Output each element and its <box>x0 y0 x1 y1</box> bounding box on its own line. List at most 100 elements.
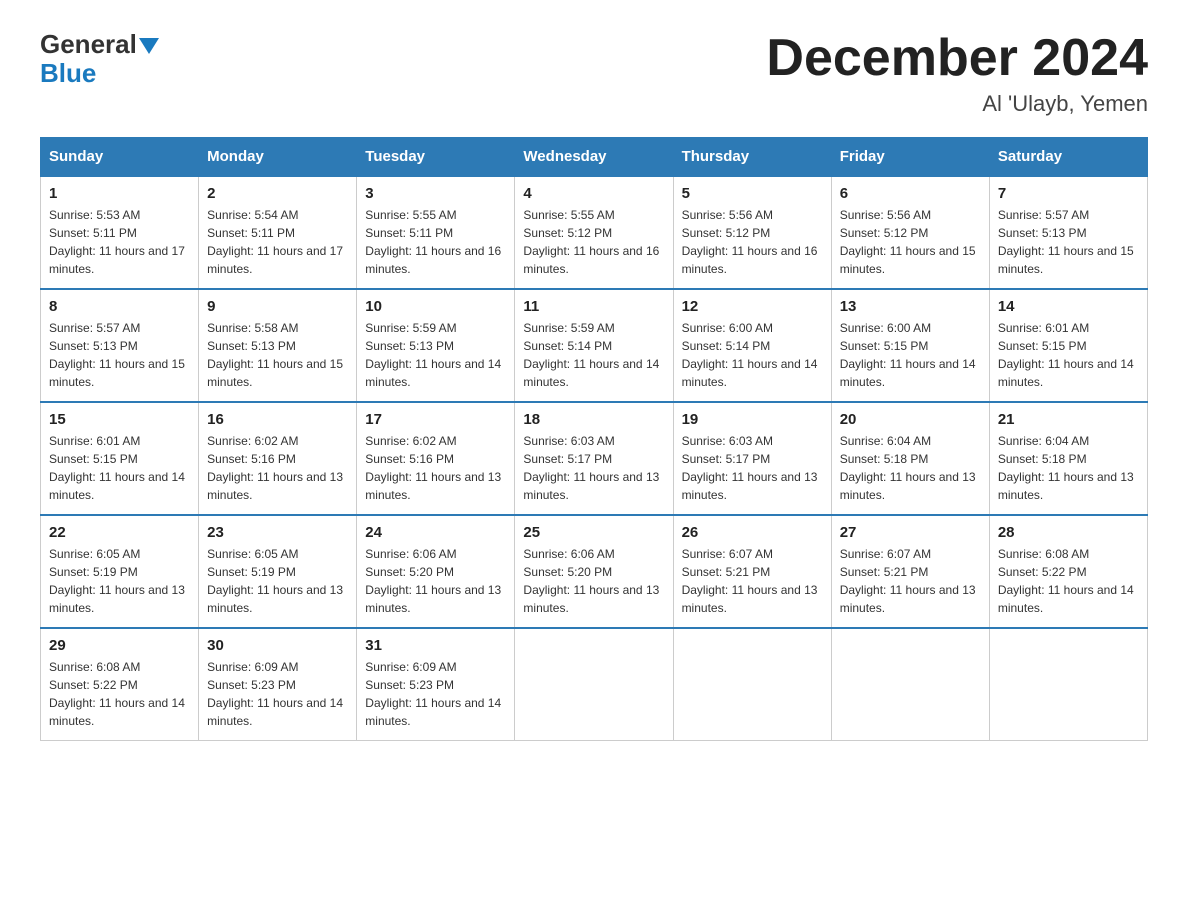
day-number: 12 <box>682 298 823 315</box>
day-info: Sunrise: 6:01 AM Sunset: 5:15 PM Dayligh… <box>49 432 190 504</box>
calendar-day-cell: 17 Sunrise: 6:02 AM Sunset: 5:16 PM Dayl… <box>357 402 515 515</box>
calendar-day-cell: 4 Sunrise: 5:55 AM Sunset: 5:12 PM Dayli… <box>515 176 673 289</box>
month-title: December 2024 <box>766 30 1148 87</box>
calendar-header-wednesday: Wednesday <box>515 138 673 177</box>
day-number: 27 <box>840 524 981 541</box>
calendar-header-thursday: Thursday <box>673 138 831 177</box>
day-info: Sunrise: 6:00 AM Sunset: 5:14 PM Dayligh… <box>682 319 823 391</box>
day-info: Sunrise: 6:01 AM Sunset: 5:15 PM Dayligh… <box>998 319 1139 391</box>
calendar-day-cell: 15 Sunrise: 6:01 AM Sunset: 5:15 PM Dayl… <box>41 402 199 515</box>
day-number: 16 <box>207 411 348 428</box>
calendar-day-cell: 7 Sunrise: 5:57 AM Sunset: 5:13 PM Dayli… <box>989 176 1147 289</box>
calendar-header-sunday: Sunday <box>41 138 199 177</box>
day-info: Sunrise: 6:02 AM Sunset: 5:16 PM Dayligh… <box>207 432 348 504</box>
logo-text: General Blue <box>40 30 137 87</box>
day-number: 22 <box>49 524 190 541</box>
day-info: Sunrise: 5:57 AM Sunset: 5:13 PM Dayligh… <box>998 206 1139 278</box>
calendar-day-cell: 23 Sunrise: 6:05 AM Sunset: 5:19 PM Dayl… <box>199 515 357 628</box>
calendar-day-cell: 21 Sunrise: 6:04 AM Sunset: 5:18 PM Dayl… <box>989 402 1147 515</box>
calendar-day-cell: 14 Sunrise: 6:01 AM Sunset: 5:15 PM Dayl… <box>989 289 1147 402</box>
calendar-week-row: 15 Sunrise: 6:01 AM Sunset: 5:15 PM Dayl… <box>41 402 1148 515</box>
calendar-day-cell: 16 Sunrise: 6:02 AM Sunset: 5:16 PM Dayl… <box>199 402 357 515</box>
day-info: Sunrise: 6:06 AM Sunset: 5:20 PM Dayligh… <box>365 545 506 617</box>
day-info: Sunrise: 6:07 AM Sunset: 5:21 PM Dayligh… <box>682 545 823 617</box>
calendar-day-cell <box>831 628 989 741</box>
calendar-header-tuesday: Tuesday <box>357 138 515 177</box>
day-number: 25 <box>523 524 664 541</box>
calendar-header-friday: Friday <box>831 138 989 177</box>
logo: General Blue <box>40 30 159 87</box>
day-number: 11 <box>523 298 664 315</box>
logo-triangle-icon <box>139 38 159 54</box>
day-number: 3 <box>365 185 506 202</box>
title-block: December 2024 Al 'Ulayb, Yemen <box>766 30 1148 117</box>
calendar-week-row: 1 Sunrise: 5:53 AM Sunset: 5:11 PM Dayli… <box>41 176 1148 289</box>
day-number: 13 <box>840 298 981 315</box>
day-info: Sunrise: 5:58 AM Sunset: 5:13 PM Dayligh… <box>207 319 348 391</box>
logo-general: General <box>40 30 137 59</box>
day-number: 31 <box>365 637 506 654</box>
calendar-day-cell: 22 Sunrise: 6:05 AM Sunset: 5:19 PM Dayl… <box>41 515 199 628</box>
day-number: 8 <box>49 298 190 315</box>
day-number: 14 <box>998 298 1139 315</box>
calendar-day-cell: 12 Sunrise: 6:00 AM Sunset: 5:14 PM Dayl… <box>673 289 831 402</box>
day-info: Sunrise: 5:57 AM Sunset: 5:13 PM Dayligh… <box>49 319 190 391</box>
day-number: 7 <box>998 185 1139 202</box>
calendar-day-cell: 13 Sunrise: 6:00 AM Sunset: 5:15 PM Dayl… <box>831 289 989 402</box>
calendar-day-cell: 20 Sunrise: 6:04 AM Sunset: 5:18 PM Dayl… <box>831 402 989 515</box>
day-number: 6 <box>840 185 981 202</box>
day-info: Sunrise: 5:55 AM Sunset: 5:12 PM Dayligh… <box>523 206 664 278</box>
day-number: 20 <box>840 411 981 428</box>
day-info: Sunrise: 6:04 AM Sunset: 5:18 PM Dayligh… <box>840 432 981 504</box>
day-number: 29 <box>49 637 190 654</box>
day-number: 9 <box>207 298 348 315</box>
day-info: Sunrise: 6:05 AM Sunset: 5:19 PM Dayligh… <box>49 545 190 617</box>
day-number: 19 <box>682 411 823 428</box>
calendar-day-cell: 2 Sunrise: 5:54 AM Sunset: 5:11 PM Dayli… <box>199 176 357 289</box>
day-info: Sunrise: 5:59 AM Sunset: 5:14 PM Dayligh… <box>523 319 664 391</box>
day-number: 1 <box>49 185 190 202</box>
calendar-day-cell: 25 Sunrise: 6:06 AM Sunset: 5:20 PM Dayl… <box>515 515 673 628</box>
calendar-day-cell: 6 Sunrise: 5:56 AM Sunset: 5:12 PM Dayli… <box>831 176 989 289</box>
day-info: Sunrise: 5:53 AM Sunset: 5:11 PM Dayligh… <box>49 206 190 278</box>
day-info: Sunrise: 6:04 AM Sunset: 5:18 PM Dayligh… <box>998 432 1139 504</box>
day-info: Sunrise: 6:08 AM Sunset: 5:22 PM Dayligh… <box>998 545 1139 617</box>
day-info: Sunrise: 6:03 AM Sunset: 5:17 PM Dayligh… <box>523 432 664 504</box>
calendar-day-cell: 5 Sunrise: 5:56 AM Sunset: 5:12 PM Dayli… <box>673 176 831 289</box>
day-number: 21 <box>998 411 1139 428</box>
calendar-day-cell: 18 Sunrise: 6:03 AM Sunset: 5:17 PM Dayl… <box>515 402 673 515</box>
day-number: 23 <box>207 524 348 541</box>
calendar-week-row: 22 Sunrise: 6:05 AM Sunset: 5:19 PM Dayl… <box>41 515 1148 628</box>
day-number: 26 <box>682 524 823 541</box>
day-number: 2 <box>207 185 348 202</box>
page-header: General Blue December 2024 Al 'Ulayb, Ye… <box>40 30 1148 117</box>
calendar-day-cell: 3 Sunrise: 5:55 AM Sunset: 5:11 PM Dayli… <box>357 176 515 289</box>
calendar-day-cell: 11 Sunrise: 5:59 AM Sunset: 5:14 PM Dayl… <box>515 289 673 402</box>
calendar-day-cell: 8 Sunrise: 5:57 AM Sunset: 5:13 PM Dayli… <box>41 289 199 402</box>
day-info: Sunrise: 5:55 AM Sunset: 5:11 PM Dayligh… <box>365 206 506 278</box>
day-info: Sunrise: 6:02 AM Sunset: 5:16 PM Dayligh… <box>365 432 506 504</box>
day-info: Sunrise: 6:07 AM Sunset: 5:21 PM Dayligh… <box>840 545 981 617</box>
calendar-header-row: SundayMondayTuesdayWednesdayThursdayFrid… <box>41 138 1148 177</box>
day-info: Sunrise: 6:00 AM Sunset: 5:15 PM Dayligh… <box>840 319 981 391</box>
day-info: Sunrise: 5:56 AM Sunset: 5:12 PM Dayligh… <box>682 206 823 278</box>
calendar-day-cell <box>989 628 1147 741</box>
calendar-day-cell <box>673 628 831 741</box>
calendar-day-cell: 24 Sunrise: 6:06 AM Sunset: 5:20 PM Dayl… <box>357 515 515 628</box>
day-number: 28 <box>998 524 1139 541</box>
day-info: Sunrise: 5:59 AM Sunset: 5:13 PM Dayligh… <box>365 319 506 391</box>
calendar-day-cell <box>515 628 673 741</box>
location-subtitle: Al 'Ulayb, Yemen <box>766 91 1148 117</box>
calendar-day-cell: 31 Sunrise: 6:09 AM Sunset: 5:23 PM Dayl… <box>357 628 515 741</box>
calendar-day-cell: 19 Sunrise: 6:03 AM Sunset: 5:17 PM Dayl… <box>673 402 831 515</box>
calendar-day-cell: 29 Sunrise: 6:08 AM Sunset: 5:22 PM Dayl… <box>41 628 199 741</box>
logo-blue: Blue <box>40 59 137 88</box>
day-number: 4 <box>523 185 664 202</box>
day-info: Sunrise: 6:05 AM Sunset: 5:19 PM Dayligh… <box>207 545 348 617</box>
calendar-day-cell: 9 Sunrise: 5:58 AM Sunset: 5:13 PM Dayli… <box>199 289 357 402</box>
calendar-day-cell: 30 Sunrise: 6:09 AM Sunset: 5:23 PM Dayl… <box>199 628 357 741</box>
day-number: 17 <box>365 411 506 428</box>
calendar-header-saturday: Saturday <box>989 138 1147 177</box>
calendar-day-cell: 27 Sunrise: 6:07 AM Sunset: 5:21 PM Dayl… <box>831 515 989 628</box>
day-info: Sunrise: 5:54 AM Sunset: 5:11 PM Dayligh… <box>207 206 348 278</box>
